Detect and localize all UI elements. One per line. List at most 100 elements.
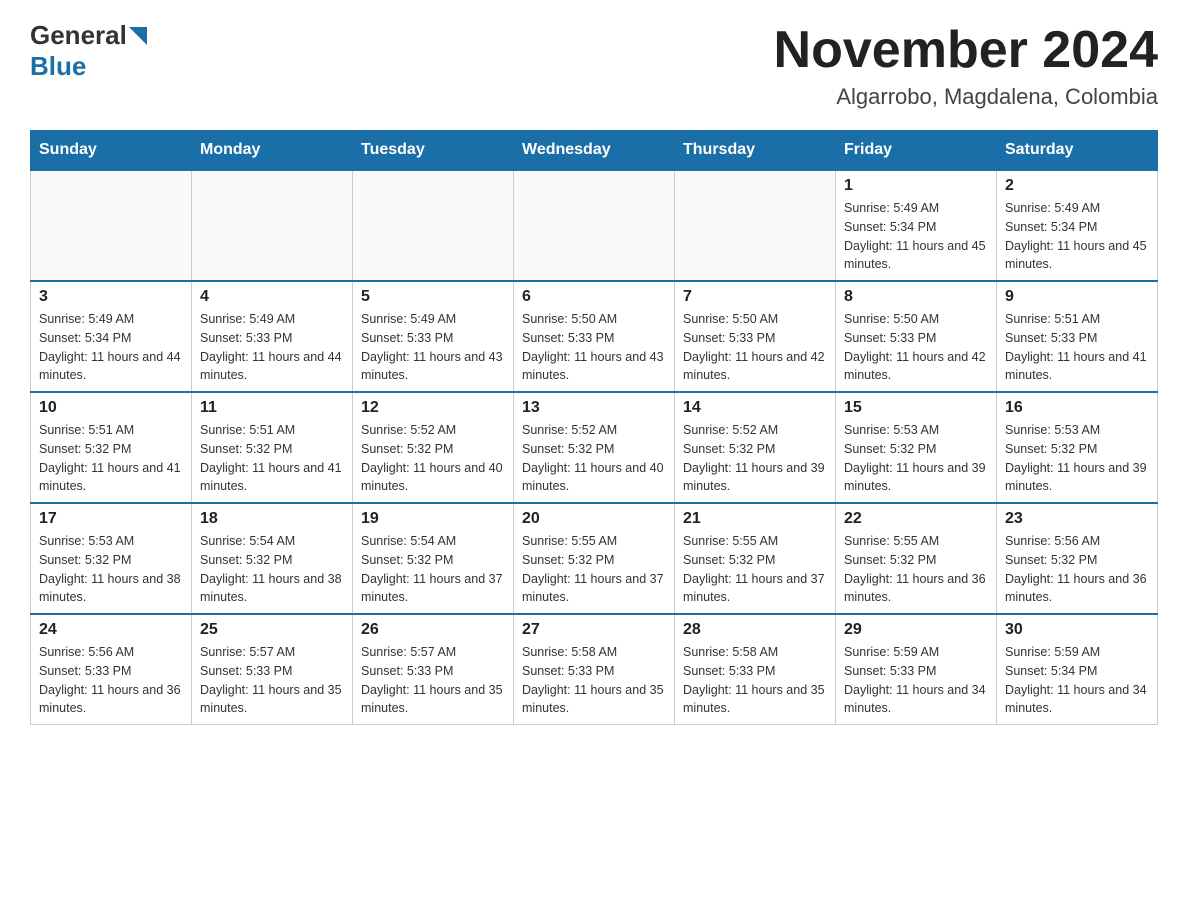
- calendar-cell: [192, 170, 353, 281]
- calendar-cell: 12Sunrise: 5:52 AMSunset: 5:32 PMDayligh…: [353, 392, 514, 503]
- calendar-cell: 26 Sunrise: 5:57 AMSunset: 5:33 PMDayligh…: [353, 614, 514, 725]
- day-number: 17: [39, 510, 183, 528]
- calendar-cell: 19 Sunrise: 5:54 AMSunset: 5:32 PMDayligh…: [353, 503, 514, 614]
- day-info: Sunrise: 5:59 AMSunset: 5:33 PMDaylight:…: [844, 643, 988, 718]
- calendar-cell: 16Sunrise: 5:53 AMSunset: 5:32 PMDayligh…: [997, 392, 1158, 503]
- day-info: Sunrise: 5:50 AMSunset: 5:33 PMDaylight:…: [683, 310, 827, 385]
- day-info: Sunrise: 5:51 AMSunset: 5:32 PMDaylight:…: [39, 421, 183, 496]
- day-number: 7: [683, 288, 827, 306]
- day-number: 25: [200, 621, 344, 639]
- calendar-cell: 27 Sunrise: 5:58 AMSunset: 5:33 PMDayligh…: [514, 614, 675, 725]
- day-number: 14: [683, 399, 827, 417]
- day-number: 19: [361, 510, 505, 528]
- day-number: 24: [39, 621, 183, 639]
- calendar-cell: 25 Sunrise: 5:57 AMSunset: 5:33 PMDayligh…: [192, 614, 353, 725]
- day-info: Sunrise: 5:49 AMSunset: 5:34 PMDaylight:…: [1005, 199, 1149, 274]
- calendar-cell: 24Sunrise: 5:56 AMSunset: 5:33 PMDayligh…: [31, 614, 192, 725]
- day-number: 18: [200, 510, 344, 528]
- calendar-cell: [31, 170, 192, 281]
- day-number: 4: [200, 288, 344, 306]
- day-info: Sunrise: 5:49 AMSunset: 5:34 PMDaylight:…: [844, 199, 988, 274]
- day-info: Sunrise: 5:55 AMSunset: 5:32 PMDaylight:…: [683, 532, 827, 607]
- calendar-cell: 5 Sunrise: 5:49 AMSunset: 5:33 PMDaylight…: [353, 281, 514, 392]
- calendar-header-row: SundayMondayTuesdayWednesdayThursdayFrid…: [31, 131, 1158, 171]
- page-header: General Blue November 2024 Algarrobo, Ma…: [30, 20, 1158, 110]
- day-info: Sunrise: 5:53 AMSunset: 5:32 PMDaylight:…: [844, 421, 988, 496]
- logo-blue-text: Blue: [30, 51, 86, 82]
- day-number: 29: [844, 621, 988, 639]
- day-info: Sunrise: 5:55 AMSunset: 5:32 PMDaylight:…: [844, 532, 988, 607]
- day-info: Sunrise: 5:59 AMSunset: 5:34 PMDaylight:…: [1005, 643, 1149, 718]
- calendar-cell: 20 Sunrise: 5:55 AMSunset: 5:32 PMDayligh…: [514, 503, 675, 614]
- column-header-wednesday: Wednesday: [514, 131, 675, 171]
- day-number: 26: [361, 621, 505, 639]
- day-info: Sunrise: 5:58 AMSunset: 5:33 PMDaylight:…: [683, 643, 827, 718]
- day-info: Sunrise: 5:52 AMSunset: 5:32 PMDaylight:…: [522, 421, 666, 496]
- calendar-cell: 13 Sunrise: 5:52 AMSunset: 5:32 PMDayligh…: [514, 392, 675, 503]
- calendar-cell: 28 Sunrise: 5:58 AMSunset: 5:33 PMDayligh…: [675, 614, 836, 725]
- logo-arrow-icon: [129, 27, 147, 45]
- calendar-cell: 21Sunrise: 5:55 AMSunset: 5:32 PMDayligh…: [675, 503, 836, 614]
- column-header-tuesday: Tuesday: [353, 131, 514, 171]
- day-info: Sunrise: 5:55 AMSunset: 5:32 PMDaylight:…: [522, 532, 666, 607]
- logo-general-text: General: [30, 20, 127, 51]
- day-number: 23: [1005, 510, 1149, 528]
- day-info: Sunrise: 5:50 AMSunset: 5:33 PMDaylight:…: [522, 310, 666, 385]
- day-number: 20: [522, 510, 666, 528]
- calendar-cell: 30Sunrise: 5:59 AMSunset: 5:34 PMDayligh…: [997, 614, 1158, 725]
- location-text: Algarrobo, Magdalena, Colombia: [774, 84, 1158, 110]
- day-number: 16: [1005, 399, 1149, 417]
- day-info: Sunrise: 5:49 AMSunset: 5:33 PMDaylight:…: [200, 310, 344, 385]
- column-header-monday: Monday: [192, 131, 353, 171]
- day-info: Sunrise: 5:54 AMSunset: 5:32 PMDaylight:…: [200, 532, 344, 607]
- day-number: 13: [522, 399, 666, 417]
- day-number: 28: [683, 621, 827, 639]
- calendar-cell: 6Sunrise: 5:50 AMSunset: 5:33 PMDaylight…: [514, 281, 675, 392]
- day-number: 11: [200, 399, 344, 417]
- calendar-cell: 11Sunrise: 5:51 AMSunset: 5:32 PMDayligh…: [192, 392, 353, 503]
- calendar-cell: 1 Sunrise: 5:49 AMSunset: 5:34 PMDaylight…: [836, 170, 997, 281]
- day-info: Sunrise: 5:56 AMSunset: 5:32 PMDaylight:…: [1005, 532, 1149, 607]
- calendar-cell: 15 Sunrise: 5:53 AMSunset: 5:32 PMDayligh…: [836, 392, 997, 503]
- column-header-saturday: Saturday: [997, 131, 1158, 171]
- day-info: Sunrise: 5:52 AMSunset: 5:32 PMDaylight:…: [361, 421, 505, 496]
- day-info: Sunrise: 5:57 AMSunset: 5:33 PMDaylight:…: [200, 643, 344, 718]
- day-info: Sunrise: 5:58 AMSunset: 5:33 PMDaylight:…: [522, 643, 666, 718]
- calendar-cell: 29 Sunrise: 5:59 AMSunset: 5:33 PMDayligh…: [836, 614, 997, 725]
- calendar-cell: 18 Sunrise: 5:54 AMSunset: 5:32 PMDayligh…: [192, 503, 353, 614]
- column-header-thursday: Thursday: [675, 131, 836, 171]
- day-number: 10: [39, 399, 183, 417]
- calendar-cell: 17Sunrise: 5:53 AMSunset: 5:32 PMDayligh…: [31, 503, 192, 614]
- day-number: 15: [844, 399, 988, 417]
- day-number: 3: [39, 288, 183, 306]
- day-number: 5: [361, 288, 505, 306]
- day-number: 2: [1005, 177, 1149, 195]
- day-number: 8: [844, 288, 988, 306]
- column-header-sunday: Sunday: [31, 131, 192, 171]
- day-info: Sunrise: 5:52 AMSunset: 5:32 PMDaylight:…: [683, 421, 827, 496]
- day-info: Sunrise: 5:50 AMSunset: 5:33 PMDaylight:…: [844, 310, 988, 385]
- day-number: 9: [1005, 288, 1149, 306]
- day-number: 27: [522, 621, 666, 639]
- calendar-cell: [353, 170, 514, 281]
- day-info: Sunrise: 5:51 AMSunset: 5:33 PMDaylight:…: [1005, 310, 1149, 385]
- day-info: Sunrise: 5:57 AMSunset: 5:33 PMDaylight:…: [361, 643, 505, 718]
- calendar-cell: 10 Sunrise: 5:51 AMSunset: 5:32 PMDayligh…: [31, 392, 192, 503]
- week-row-5: 24Sunrise: 5:56 AMSunset: 5:33 PMDayligh…: [31, 614, 1158, 725]
- calendar-cell: 3Sunrise: 5:49 AMSunset: 5:34 PMDaylight…: [31, 281, 192, 392]
- calendar-cell: 8 Sunrise: 5:50 AMSunset: 5:33 PMDaylight…: [836, 281, 997, 392]
- day-number: 22: [844, 510, 988, 528]
- week-row-2: 3Sunrise: 5:49 AMSunset: 5:34 PMDaylight…: [31, 281, 1158, 392]
- calendar-cell: 2 Sunrise: 5:49 AMSunset: 5:34 PMDaylight…: [997, 170, 1158, 281]
- week-row-1: 1 Sunrise: 5:49 AMSunset: 5:34 PMDaylight…: [31, 170, 1158, 281]
- calendar-cell: 22 Sunrise: 5:55 AMSunset: 5:32 PMDayligh…: [836, 503, 997, 614]
- day-info: Sunrise: 5:54 AMSunset: 5:32 PMDaylight:…: [361, 532, 505, 607]
- logo: General Blue: [30, 20, 147, 82]
- column-header-friday: Friday: [836, 131, 997, 171]
- day-number: 1: [844, 177, 988, 195]
- week-row-4: 17Sunrise: 5:53 AMSunset: 5:32 PMDayligh…: [31, 503, 1158, 614]
- calendar-cell: 9 Sunrise: 5:51 AMSunset: 5:33 PMDaylight…: [997, 281, 1158, 392]
- calendar-cell: [675, 170, 836, 281]
- calendar-cell: 14 Sunrise: 5:52 AMSunset: 5:32 PMDayligh…: [675, 392, 836, 503]
- day-info: Sunrise: 5:49 AMSunset: 5:33 PMDaylight:…: [361, 310, 505, 385]
